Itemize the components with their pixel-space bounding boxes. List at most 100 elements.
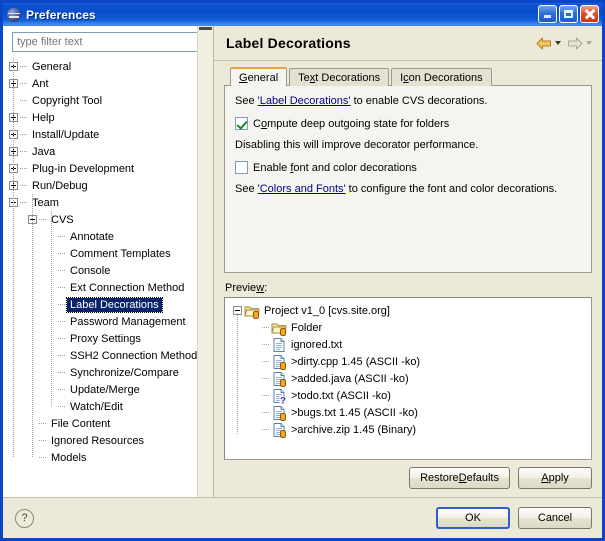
enable-font-color-label: Enable font and color decorations: [253, 161, 417, 174]
forward-dropdown-icon[interactable]: [586, 41, 592, 45]
sidebar-scrollbar[interactable]: [197, 26, 213, 497]
help-icon[interactable]: ?: [15, 508, 34, 528]
tree-connector: [58, 355, 66, 356]
tree-connector: [20, 168, 28, 169]
maximize-button[interactable]: [559, 5, 578, 23]
preview-row[interactable]: >added.java (ASCII -ko): [225, 370, 591, 387]
sidebar-scrollbar-thumb[interactable]: [199, 27, 212, 30]
folder-icon: [271, 320, 287, 336]
preferences-tree[interactable]: General Ant Copyright Tool Help Install/Upda…: [3, 57, 213, 497]
sidebar-item-install-update[interactable]: Install/Update: [3, 126, 213, 143]
preview-row[interactable]: ignored.txt: [225, 336, 591, 353]
label-decorations-link[interactable]: 'Label Decorations': [258, 95, 351, 107]
tree-connector: [20, 185, 28, 186]
tree-connector: [262, 378, 270, 379]
sidebar-item-comment-templates[interactable]: Comment Templates: [3, 245, 213, 262]
preview-row[interactable]: >dirty.cpp 1.45 (ASCII -ko): [225, 353, 591, 370]
back-dropdown-icon[interactable]: [555, 41, 561, 45]
sidebar-item-ant[interactable]: Ant: [3, 75, 213, 92]
cancel-button[interactable]: Cancel: [518, 507, 592, 529]
compute-deep-outgoing-checkbox[interactable]: [235, 117, 248, 130]
file-icon: ?: [271, 388, 287, 405]
preview-row[interactable]: ? >todo.txt (ASCII -ko): [225, 387, 591, 405]
preview-row[interactable]: Project v1_0 [cvs.site.org]: [225, 302, 591, 319]
sidebar-item-help[interactable]: Help: [3, 109, 213, 126]
sidebar-item-team[interactable]: Team: [3, 194, 213, 211]
tab-icon-decorations[interactable]: Ic on Decorations: [391, 68, 492, 86]
sidebar-item-run-debug[interactable]: Run/Debug: [3, 177, 213, 194]
dialog-footer: ? OK Cancel: [3, 498, 602, 538]
sidebar-item-label: Copyright Tool: [32, 94, 103, 107]
sidebar-item-java[interactable]: Java: [3, 143, 213, 160]
preview-row[interactable]: >archive.zip 1.45 (Binary): [225, 421, 591, 438]
sidebar-item-password-management[interactable]: Password Management: [3, 313, 213, 330]
preview-row-label: >bugs.txt 1.45 (ASCII -ko): [291, 406, 418, 419]
sidebar-item-cvs[interactable]: CVS: [3, 211, 213, 228]
filter-input[interactable]: [12, 32, 205, 52]
page-header: Label Decorations: [214, 26, 602, 60]
sidebar-item-label: File Content: [51, 417, 111, 430]
mnemonic: w: [256, 282, 265, 294]
tab-general[interactable]: General: [230, 67, 288, 86]
tree-connector: [20, 66, 28, 67]
tree-connector: [58, 287, 66, 288]
sidebar-item-update-merge[interactable]: Update/Merge: [3, 381, 213, 398]
tab-strip: General Te x t Decorations Ic on Decorations: [224, 67, 592, 86]
compute-deep-outgoing-label: Compute deep outgoing state for folders: [253, 117, 450, 130]
sidebar-item-label: Run/Debug: [32, 179, 88, 192]
tree-connector: [58, 304, 66, 305]
sidebar-item-ssh2-connection-method[interactable]: SSH2 Connection Method: [3, 347, 213, 364]
sidebar-item-ext-connection-method[interactable]: Ext Connection Method: [3, 279, 213, 296]
compute-deep-outgoing-checkbox-row[interactable]: Compute deep outgoing state for folders: [235, 117, 581, 130]
sidebar-item-watch-edit[interactable]: Watch/Edit: [3, 398, 213, 415]
sidebar-item-label-decorations[interactable]: Label Decorations: [3, 296, 213, 313]
tree-connector: [262, 395, 270, 396]
preview-row[interactable]: Folder: [225, 319, 591, 336]
sidebar-item-annotate[interactable]: Annotate: [3, 228, 213, 245]
sidebar-item-copyright-tool[interactable]: Copyright Tool: [3, 92, 213, 109]
apply-button[interactable]: Apply: [518, 467, 592, 489]
enable-font-color-checkbox-row[interactable]: Enable font and color decorations: [235, 161, 581, 174]
tree-connector: [39, 440, 47, 441]
title-bar: Preferences: [3, 3, 602, 26]
tree-guide-line: [237, 313, 238, 434]
sidebar-item-label: Label Decorations: [66, 296, 163, 313]
hint2-suffix: to configure the font and color decorati…: [345, 183, 558, 195]
tab-text-decorations[interactable]: Te x t Decorations: [289, 68, 390, 86]
restore-defaults-button[interactable]: Restore Defaults: [409, 467, 510, 489]
colors-and-fonts-link[interactable]: 'Colors and Fonts': [258, 183, 346, 195]
sidebar-item-label: Comment Templates: [70, 247, 171, 260]
preview-row-label: Folder: [291, 321, 323, 334]
page-title: Label Decorations: [226, 35, 351, 51]
tree-connector: [262, 361, 270, 362]
sidebar-item-ignored-resources[interactable]: Ignored Resources: [3, 432, 213, 449]
tree-connector: [58, 321, 66, 322]
tree-guide-line: [51, 211, 52, 407]
sidebar-item-general[interactable]: General: [3, 58, 213, 75]
label-decorations-hint: See 'Label Decorations' to enable CVS de…: [235, 95, 581, 107]
svg-text:?: ?: [280, 395, 286, 404]
preview-row[interactable]: >bugs.txt 1.45 (ASCII -ko): [225, 404, 591, 421]
tree-connector: [58, 406, 66, 407]
sidebar-item-file-content[interactable]: File Content: [3, 415, 213, 432]
sidebar-item-models[interactable]: Models: [3, 449, 213, 466]
sidebar-item-label: Java: [32, 145, 56, 158]
sidebar-item-plug-in-development[interactable]: Plug-in Development: [3, 160, 213, 177]
preferences-icon: [7, 7, 21, 22]
sidebar-item-proxy-settings[interactable]: Proxy Settings: [3, 330, 213, 347]
forward-button[interactable]: [565, 35, 594, 52]
minimize-button[interactable]: [538, 5, 557, 23]
close-button[interactable]: [580, 5, 599, 23]
sidebar-item-console[interactable]: Console: [3, 262, 213, 279]
back-button[interactable]: [534, 35, 563, 52]
tree-connector: [20, 202, 28, 203]
enable-font-color-checkbox[interactable]: [235, 161, 248, 174]
sidebar-item-label: Console: [70, 264, 111, 277]
preview-tree[interactable]: Project v1_0 [cvs.site.org] Folder ignored…: [224, 297, 592, 460]
ok-button[interactable]: OK: [436, 507, 510, 529]
mnemonic: G: [239, 71, 248, 84]
file-icon: [271, 405, 287, 421]
sidebar-item-label: Synchronize/Compare: [70, 366, 179, 379]
sidebar-item-synchronize-compare[interactable]: Synchronize/Compare: [3, 364, 213, 381]
sidebar-item-label: Ignored Resources: [51, 434, 144, 447]
